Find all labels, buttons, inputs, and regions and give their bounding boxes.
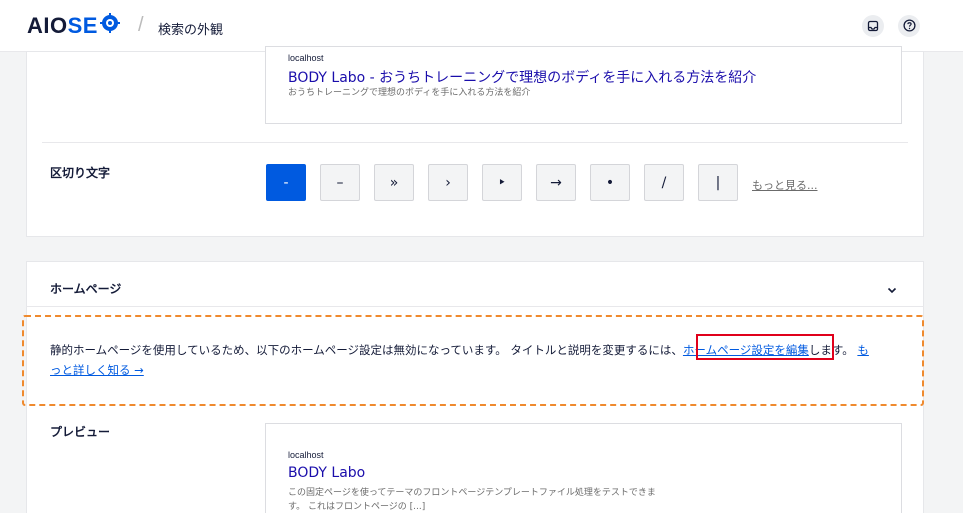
homepage-header-divider — [26, 306, 924, 307]
homepage-preview-description-line2: す。 これはフロントページの [...] — [288, 502, 426, 512]
site-search-preview: localhost BODY Labo - おうちトレーニングで理想のボディを手… — [265, 46, 902, 124]
help-icon — [902, 17, 916, 36]
help-button[interactable] — [898, 15, 920, 37]
homepage-heading: ホームページ — [50, 282, 122, 296]
learn-more-link[interactable]: っと詳しく知る → — [50, 363, 144, 377]
separator-option-slash[interactable]: / — [644, 164, 684, 201]
top-bar: AIO SE / 検索の外観 — [0, 0, 963, 52]
separator-option-rsaquo[interactable]: › — [428, 164, 468, 201]
logo-text-suffix: SE — [67, 13, 98, 38]
homepage-preview-description-line1: この固定ページを使ってテーマのフロントページテンプレートファイル処理をテストでき… — [288, 488, 656, 498]
separator-option-triangle-bullet[interactable]: ‣ — [482, 164, 522, 201]
breadcrumb-current-page: 検索の外観 — [158, 23, 224, 38]
logo-gear-icon — [99, 13, 120, 39]
homepage-preview-title: BODY Labo — [288, 465, 366, 481]
preview-title: BODY Labo - おうちトレーニングで理想のボディを手に入れる方法を紹介 — [288, 70, 757, 86]
highlight-box — [696, 334, 834, 360]
breadcrumb-separator: / — [138, 14, 144, 36]
aioseo-logo[interactable]: AIO SE — [27, 13, 120, 39]
separator-option-pipe[interactable]: | — [698, 164, 738, 201]
separator-option-hyphen[interactable]: - — [266, 164, 306, 201]
separator-option-bullet[interactable]: • — [590, 164, 630, 201]
preview-label: プレビュー — [50, 425, 111, 439]
notifications-button[interactable] — [862, 15, 884, 37]
preview-description: おうちトレーニングで理想のボディを手に入れる方法を紹介 — [288, 88, 531, 98]
separator-label: 区切り文字 — [50, 166, 111, 180]
separator-option-raquo[interactable]: » — [374, 164, 414, 201]
more-separators-link[interactable]: もっと見る... — [752, 177, 818, 193]
logo-text-prefix: AIO — [27, 13, 68, 38]
learn-more-link-start[interactable]: も — [857, 343, 869, 357]
separator-option-arrow[interactable]: → — [536, 164, 576, 201]
homepage-search-preview: localhost BODY Labo この固定ページを使ってテーマのフロントペ… — [265, 423, 902, 513]
homepage-preview-host: localhost — [288, 450, 324, 460]
notice-text-before: 静的ホームページを使用しているため、以下のホームページ設定は無効になっています。… — [50, 343, 683, 357]
section-divider — [42, 142, 908, 143]
preview-host: localhost — [288, 53, 324, 63]
chevron-down-icon[interactable] — [886, 281, 898, 294]
separator-option-en-dash[interactable]: – — [320, 164, 360, 201]
inbox-icon — [867, 17, 879, 36]
